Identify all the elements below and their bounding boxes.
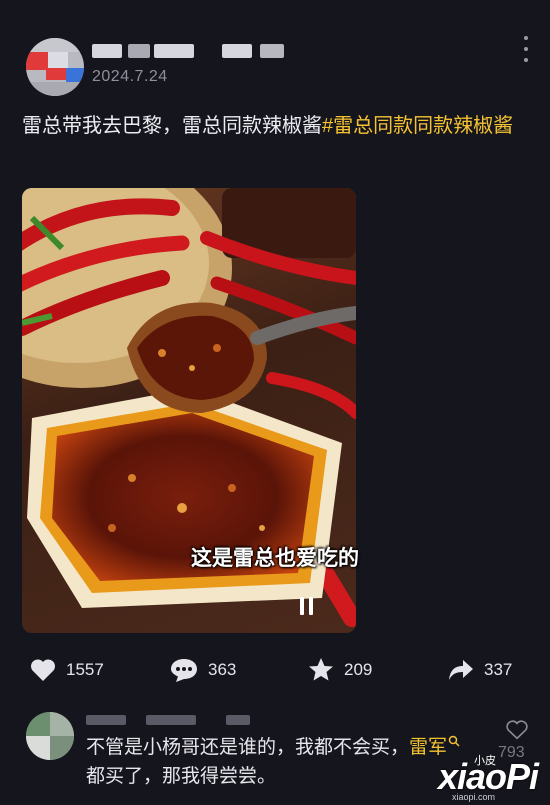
comment-text-part2: 都买了，那我得尝尝。 — [86, 766, 277, 787]
video-subtitle: 这是雷总也爱吃的 — [191, 547, 359, 570]
post-date: 2024.7.24 — [92, 68, 168, 85]
pause-icon[interactable] — [300, 597, 314, 615]
share-icon — [449, 660, 473, 680]
search-icon — [448, 735, 460, 747]
share-button[interactable]: 337 — [448, 652, 512, 688]
author-name-blurred[interactable] — [92, 40, 302, 62]
share-count: 337 — [484, 660, 513, 679]
heart-icon — [30, 659, 56, 681]
more-options-icon[interactable] — [518, 36, 534, 62]
favorite-button[interactable]: 209 — [308, 652, 372, 688]
like-count: 1557 — [66, 660, 104, 679]
star-icon — [309, 658, 333, 681]
comment-text-part1: 不管是小杨哥还是谁的，我都不会买， — [86, 737, 410, 758]
watermark-small-text: 小皮 — [474, 755, 496, 767]
like-button[interactable]: 1557 — [30, 652, 104, 688]
commenter-name-blurred[interactable] — [86, 712, 256, 728]
post-caption: 雷总带我去巴黎，雷总同款辣椒酱#雷总同款同款辣椒酱 — [22, 111, 532, 141]
heart-outline-icon — [506, 720, 528, 740]
comment-button[interactable]: 363 — [170, 652, 236, 688]
hashtag-link[interactable]: #雷总同款同款辣椒酱 — [322, 115, 513, 137]
action-bar: 1557 363 209 337 — [0, 652, 550, 688]
author-avatar[interactable] — [26, 38, 84, 96]
comment-text: 不管是小杨哥还是谁的，我都不会买，雷军都买了，那我得尝尝。 — [86, 733, 476, 791]
watermark-url: xiaopi.com — [452, 792, 496, 802]
caption-text: 雷总带我去巴黎，雷总同款辣椒酱 — [22, 115, 322, 137]
favorite-count: 209 — [344, 660, 373, 679]
comment-icon — [171, 659, 197, 682]
commenter-avatar[interactable] — [26, 712, 74, 760]
comment-count: 363 — [208, 660, 237, 679]
site-watermark: xiaoPi 小皮 xiaopi.com — [438, 752, 548, 802]
comment-like-button[interactable] — [500, 720, 534, 745]
